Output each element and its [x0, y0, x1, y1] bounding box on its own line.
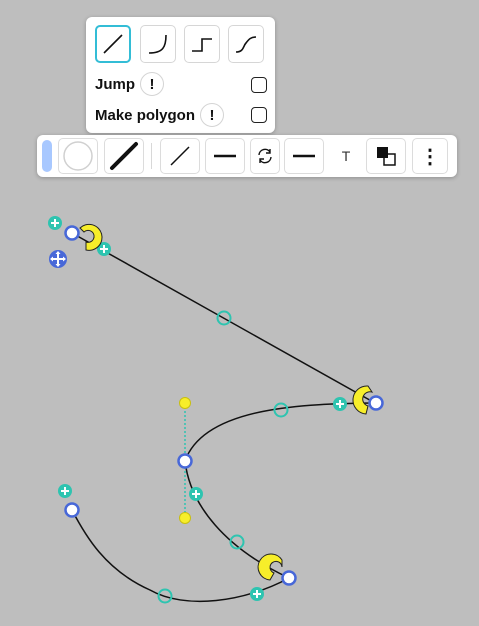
orthogonal-edge-button[interactable] [184, 25, 220, 63]
add-point-icon[interactable] [333, 397, 347, 411]
make-polygon-checkbox[interactable] [251, 107, 267, 123]
add-point-icon[interactable] [189, 487, 203, 501]
vertex-handle[interactable] [64, 502, 80, 518]
more-options-button[interactable]: ⋮ [412, 138, 448, 174]
add-point-icon[interactable] [58, 484, 72, 498]
help-icon[interactable]: ! [200, 103, 225, 127]
smooth-edge-button[interactable] [228, 25, 264, 63]
toolbar-divider [151, 143, 152, 169]
curved-edge-button[interactable] [140, 25, 176, 63]
add-point-icon[interactable] [48, 216, 62, 230]
control-handle-bottom[interactable] [179, 512, 191, 524]
straight-line-icon [170, 146, 190, 166]
vertex-handle[interactable] [64, 225, 80, 241]
text-icon: T [341, 148, 351, 164]
circle-outline-icon [63, 141, 93, 171]
more-vertical-icon: ⋮ [420, 145, 440, 168]
edge-style-menu: Jump ! Make polygon ! [86, 17, 275, 133]
line-end-icon [293, 154, 315, 158]
vertex-handle[interactable] [177, 453, 193, 469]
move-icon[interactable] [49, 250, 67, 268]
line-width-button[interactable] [104, 138, 144, 174]
rotate-handle-icon[interactable] [79, 223, 103, 251]
vertex-handle[interactable] [368, 395, 384, 411]
orthogonal-line-icon [192, 38, 212, 52]
line-end-icon [214, 154, 236, 158]
thick-line-icon [110, 142, 138, 170]
line-style-button[interactable] [160, 138, 200, 174]
jump-label: Jump [95, 75, 136, 93]
add-point-icon[interactable] [250, 587, 264, 601]
jump-option: Jump ! [95, 72, 165, 96]
curved-line-icon [148, 34, 167, 54]
midpoint-handle[interactable] [273, 402, 289, 418]
edge-straight[interactable] [71, 232, 376, 404]
swap-direction-button[interactable] [250, 138, 280, 174]
jump-checkbox[interactable] [251, 77, 267, 93]
vertex-handle[interactable] [281, 570, 297, 586]
arrange-button[interactable] [366, 138, 406, 174]
straight-line-icon [103, 34, 123, 54]
layers-icon [377, 147, 396, 166]
line-color-button[interactable] [58, 138, 98, 174]
arrow-end-button[interactable] [284, 138, 324, 174]
make-polygon-label: Make polygon [95, 106, 196, 124]
make-polygon-option: Make polygon ! [95, 103, 225, 127]
straight-edge-button[interactable] [95, 25, 131, 63]
swap-arrows-icon [258, 148, 272, 164]
text-tool-button[interactable]: T [332, 138, 360, 174]
s-curve-line-icon [235, 36, 257, 53]
rotate-handle-icon[interactable] [257, 553, 283, 581]
arrow-start-button[interactable] [205, 138, 245, 174]
fill-color-swatch[interactable] [42, 140, 52, 172]
edge-curve-upper[interactable] [184, 402, 376, 462]
control-handle-top[interactable] [179, 397, 191, 409]
style-toolbar: T ⋮ [37, 135, 457, 177]
help-icon[interactable]: ! [140, 72, 165, 96]
